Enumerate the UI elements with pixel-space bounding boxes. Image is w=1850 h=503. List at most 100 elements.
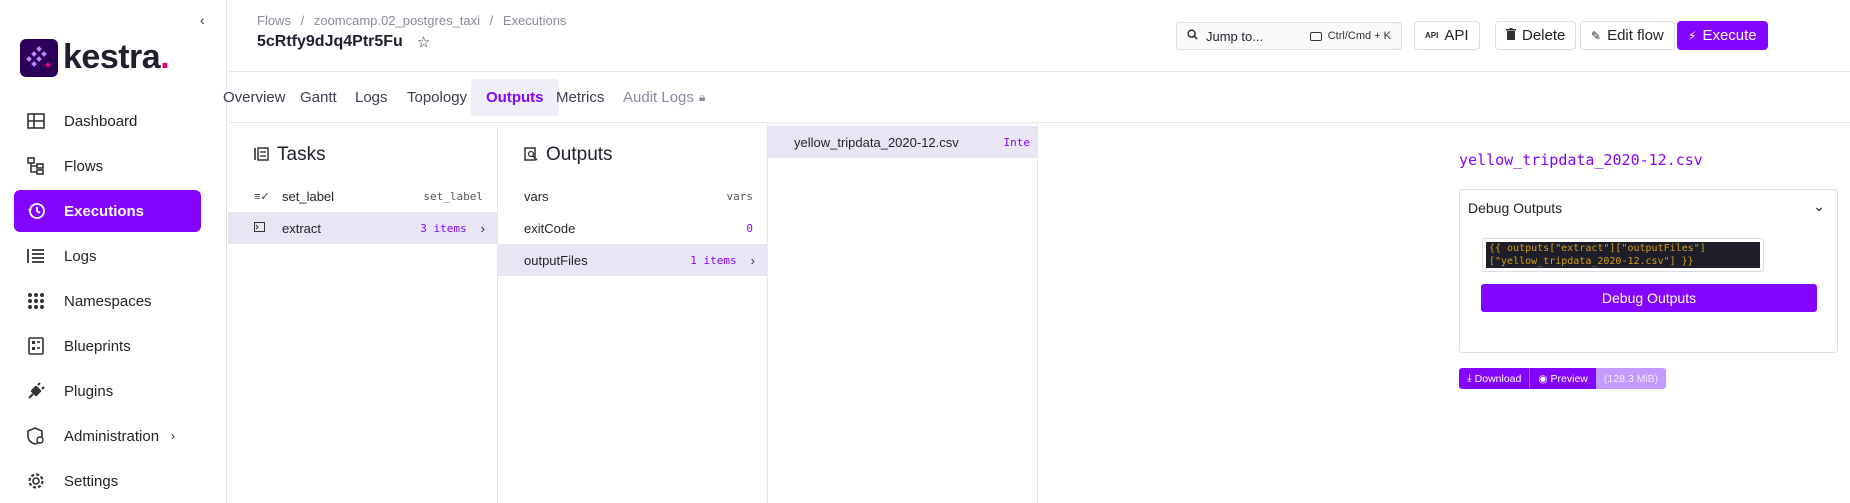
download-button[interactable]: ⤓ Download [1459, 368, 1530, 389]
lock-icon: 🔒︎ [698, 90, 706, 104]
sidebar-item-plugins[interactable]: Plugins [14, 370, 201, 412]
breadcrumb-separator: / [300, 13, 305, 28]
sidebar-item-label: Namespaces [64, 292, 152, 310]
debug-outputs-section: Debug Outputs ⌄ {{ outputs["extract"]["o… [1459, 189, 1838, 353]
logo-text: kestra. [63, 38, 170, 76]
sidebar-item-dashboard[interactable]: Dashboard [14, 100, 201, 142]
breadcrumb-namespace-flow[interactable]: zoomcamp.02_postgres_taxi [314, 13, 480, 28]
download-icon: ⤓ [1467, 372, 1472, 384]
dashboard-icon [26, 111, 46, 131]
breadcrumb-separator: / [489, 13, 494, 28]
pencil-icon: ✎ [1591, 28, 1602, 43]
chevron-left-icon[interactable]: ‹ [200, 12, 205, 28]
page-title: 5cRtfy9dJq4Ptr5Fu ☆ [257, 33, 430, 51]
history-icon [26, 201, 46, 221]
file-size-badge: (128.3 MiB) [1595, 368, 1667, 389]
breadcrumb: Flows / zoomcamp.02_postgres_taxi / Exec… [257, 13, 573, 28]
preview-button[interactable]: ◉ Preview [1529, 368, 1596, 389]
sidebar-item-flows[interactable]: Flows [14, 145, 201, 187]
lightning-icon: ⚡ [1688, 28, 1697, 43]
tasks-heading: Tasks [254, 144, 326, 166]
task-value: set_label [423, 189, 483, 203]
output-value: 1 items [690, 253, 737, 267]
eye-icon: ◉ [1538, 372, 1548, 385]
file-row[interactable]: yellow_tripdata_2020-12.csv Inte [768, 126, 1038, 158]
namespaces-icon [26, 291, 46, 311]
edit-flow-button[interactable]: ✎ Edit flow [1580, 21, 1675, 50]
expression-line: ["yellow_tripdata_2020-12.csv"] }} [1489, 256, 1694, 267]
sidebar-item-label: Logs [64, 247, 97, 265]
delete-button[interactable]: Delete [1495, 21, 1577, 50]
sidebar-item-namespaces[interactable]: Namespaces [14, 280, 201, 322]
tasks-column: Tasks ≡✓ set_label set_label extract 3 i… [228, 124, 498, 503]
output-row-outputfiles[interactable]: outputFiles 1 items › [498, 244, 767, 276]
output-name: exitCode [524, 220, 576, 236]
outputs-heading: Outputs [524, 144, 613, 166]
sidebar-item-label: Executions [64, 202, 145, 220]
output-value: vars [726, 189, 754, 203]
gear-icon [26, 471, 46, 491]
chevron-right-icon: › [750, 252, 755, 268]
shell-task-icon [254, 221, 270, 235]
task-row-set-label[interactable]: ≡✓ set_label set_label [228, 180, 497, 212]
debug-outputs-button[interactable]: Debug Outputs [1481, 284, 1817, 312]
output-row-exitcode[interactable]: exitCode 0 [498, 212, 767, 244]
output-detail-title: yellow_tripdata_2020-12.csv [1459, 151, 1703, 169]
task-value: 3 items [420, 221, 467, 235]
output-detail-panel: yellow_tripdata_2020-12.csv Debug Output… [1444, 124, 1850, 503]
task-name: extract [282, 220, 322, 236]
chevron-right-icon: › [171, 429, 176, 443]
star-icon[interactable]: ☆ [417, 33, 430, 51]
search-icon [1187, 29, 1198, 43]
tab-topology[interactable]: Topology [392, 79, 482, 116]
expression-editor[interactable]: {{ outputs["extract"]["outputFiles"] ["y… [1482, 238, 1764, 272]
task-row-extract[interactable]: extract 3 items › [228, 212, 497, 244]
kestra-logo[interactable]: kestra. [20, 38, 170, 77]
chevron-down-icon[interactable]: ⌄ [1813, 198, 1825, 215]
execution-id: 5cRtfy9dJq4Ptr5Fu [257, 33, 403, 50]
sidebar-item-administration[interactable]: Administration › [14, 415, 201, 457]
execute-button[interactable]: ⚡ Execute [1677, 21, 1768, 50]
logo-mark-icon [20, 38, 58, 77]
sidebar-nav: Dashboard Flows Executions Logs Namespac… [14, 100, 201, 503]
plugin-icon [26, 381, 46, 401]
api-icon: API [1425, 31, 1439, 40]
sidebar-item-label: Administration [64, 427, 160, 445]
search-placeholder: Jump to... [1206, 28, 1264, 44]
output-value: 0 [746, 221, 753, 235]
outputs-icon [524, 146, 538, 164]
output-row-vars[interactable]: vars vars [498, 180, 767, 212]
output-name: outputFiles [524, 252, 588, 268]
breadcrumb-flows[interactable]: Flows [257, 13, 291, 28]
sidebar-item-label: Dashboard [64, 112, 138, 130]
sidebar: ‹ kestra. Dashboard Flows Executions Log… [0, 0, 227, 503]
sidebar-item-logs[interactable]: Logs [14, 235, 201, 277]
files-column: yellow_tripdata_2020-12.csv Inte [768, 124, 1038, 503]
blueprints-icon [26, 336, 46, 356]
tasks-icon [254, 146, 269, 164]
empty-column [1038, 124, 1444, 503]
file-name: yellow_tripdata_2020-12.csv [794, 134, 959, 150]
sidebar-item-settings[interactable]: Settings [14, 460, 201, 502]
shortcut-hint: Ctrl/Cmd + K [1309, 30, 1391, 42]
breadcrumb-executions[interactable]: Executions [503, 13, 567, 28]
sidebar-item-label: Settings [64, 472, 119, 490]
app: ‹ kestra. Dashboard Flows Executions Log… [0, 0, 1850, 503]
sidebar-item-label: Plugins [64, 382, 114, 400]
jump-to-search[interactable]: Jump to... Ctrl/Cmd + K [1176, 22, 1402, 50]
api-button[interactable]: API API [1414, 21, 1480, 50]
sidebar-item-executions[interactable]: Executions [14, 190, 201, 232]
trash-icon [1506, 28, 1516, 43]
logs-icon [26, 246, 46, 266]
sidebar-item-label: Blueprints [64, 337, 131, 355]
tab-audit-logs[interactable]: Audit Logs 🔒︎ [608, 79, 720, 116]
sidebar-item-blueprints[interactable]: Blueprints [14, 325, 201, 367]
debug-outputs-header[interactable]: Debug Outputs [1468, 200, 1562, 216]
execution-tabs: Overview Gantt Logs Topology Outputs Met… [223, 79, 1850, 123]
sidebar-item-label: Flows [64, 157, 104, 175]
expression-code[interactable]: {{ outputs["extract"]["outputFiles"] ["y… [1486, 242, 1760, 268]
admin-shield-icon [26, 426, 46, 446]
outputs-column: Outputs vars vars exitCode 0 outputFiles… [498, 124, 768, 503]
file-actions: ⤓ Download ◉ Preview (128.3 MiB) [1459, 368, 1667, 389]
expression-line: {{ outputs["extract"]["outputFiles"] [1489, 243, 1706, 254]
